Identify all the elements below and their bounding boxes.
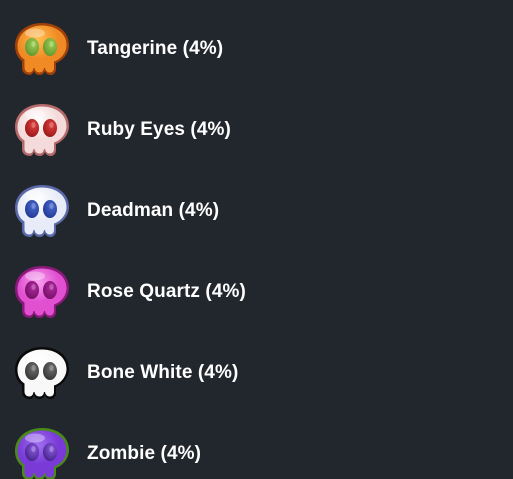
skin-row-zombie[interactable]: Zombie (4%)	[0, 422, 513, 479]
skin-row-deadman[interactable]: Deadman (4%)	[0, 179, 513, 243]
bone-white-skull-icon	[13, 345, 71, 401]
rose-quartz-skull-icon	[13, 264, 71, 320]
skin-label: Deadman (4%)	[87, 200, 220, 221]
skin-label: Zombie (4%)	[87, 443, 202, 464]
zombie-skull-icon	[13, 426, 71, 479]
skin-label: Rose Quartz (4%)	[87, 281, 246, 302]
skin-row-ruby-eyes[interactable]: Ruby Eyes (4%)	[0, 98, 513, 162]
ruby-eyes-skull-icon	[13, 102, 71, 158]
tangerine-skull-icon	[13, 21, 71, 77]
skin-row-rose-quartz[interactable]: Rose Quartz (4%)	[0, 260, 513, 324]
skin-label: Tangerine (4%)	[87, 38, 224, 59]
skin-list: Tangerine (4%) Ruby Eyes (4%) Deadman (4…	[0, 0, 513, 479]
deadman-skull-icon	[13, 183, 71, 239]
skin-row-bone-white[interactable]: Bone White (4%)	[0, 341, 513, 405]
skin-row-tangerine[interactable]: Tangerine (4%)	[0, 17, 513, 81]
skin-label: Bone White (4%)	[87, 362, 239, 383]
skin-label: Ruby Eyes (4%)	[87, 119, 231, 140]
